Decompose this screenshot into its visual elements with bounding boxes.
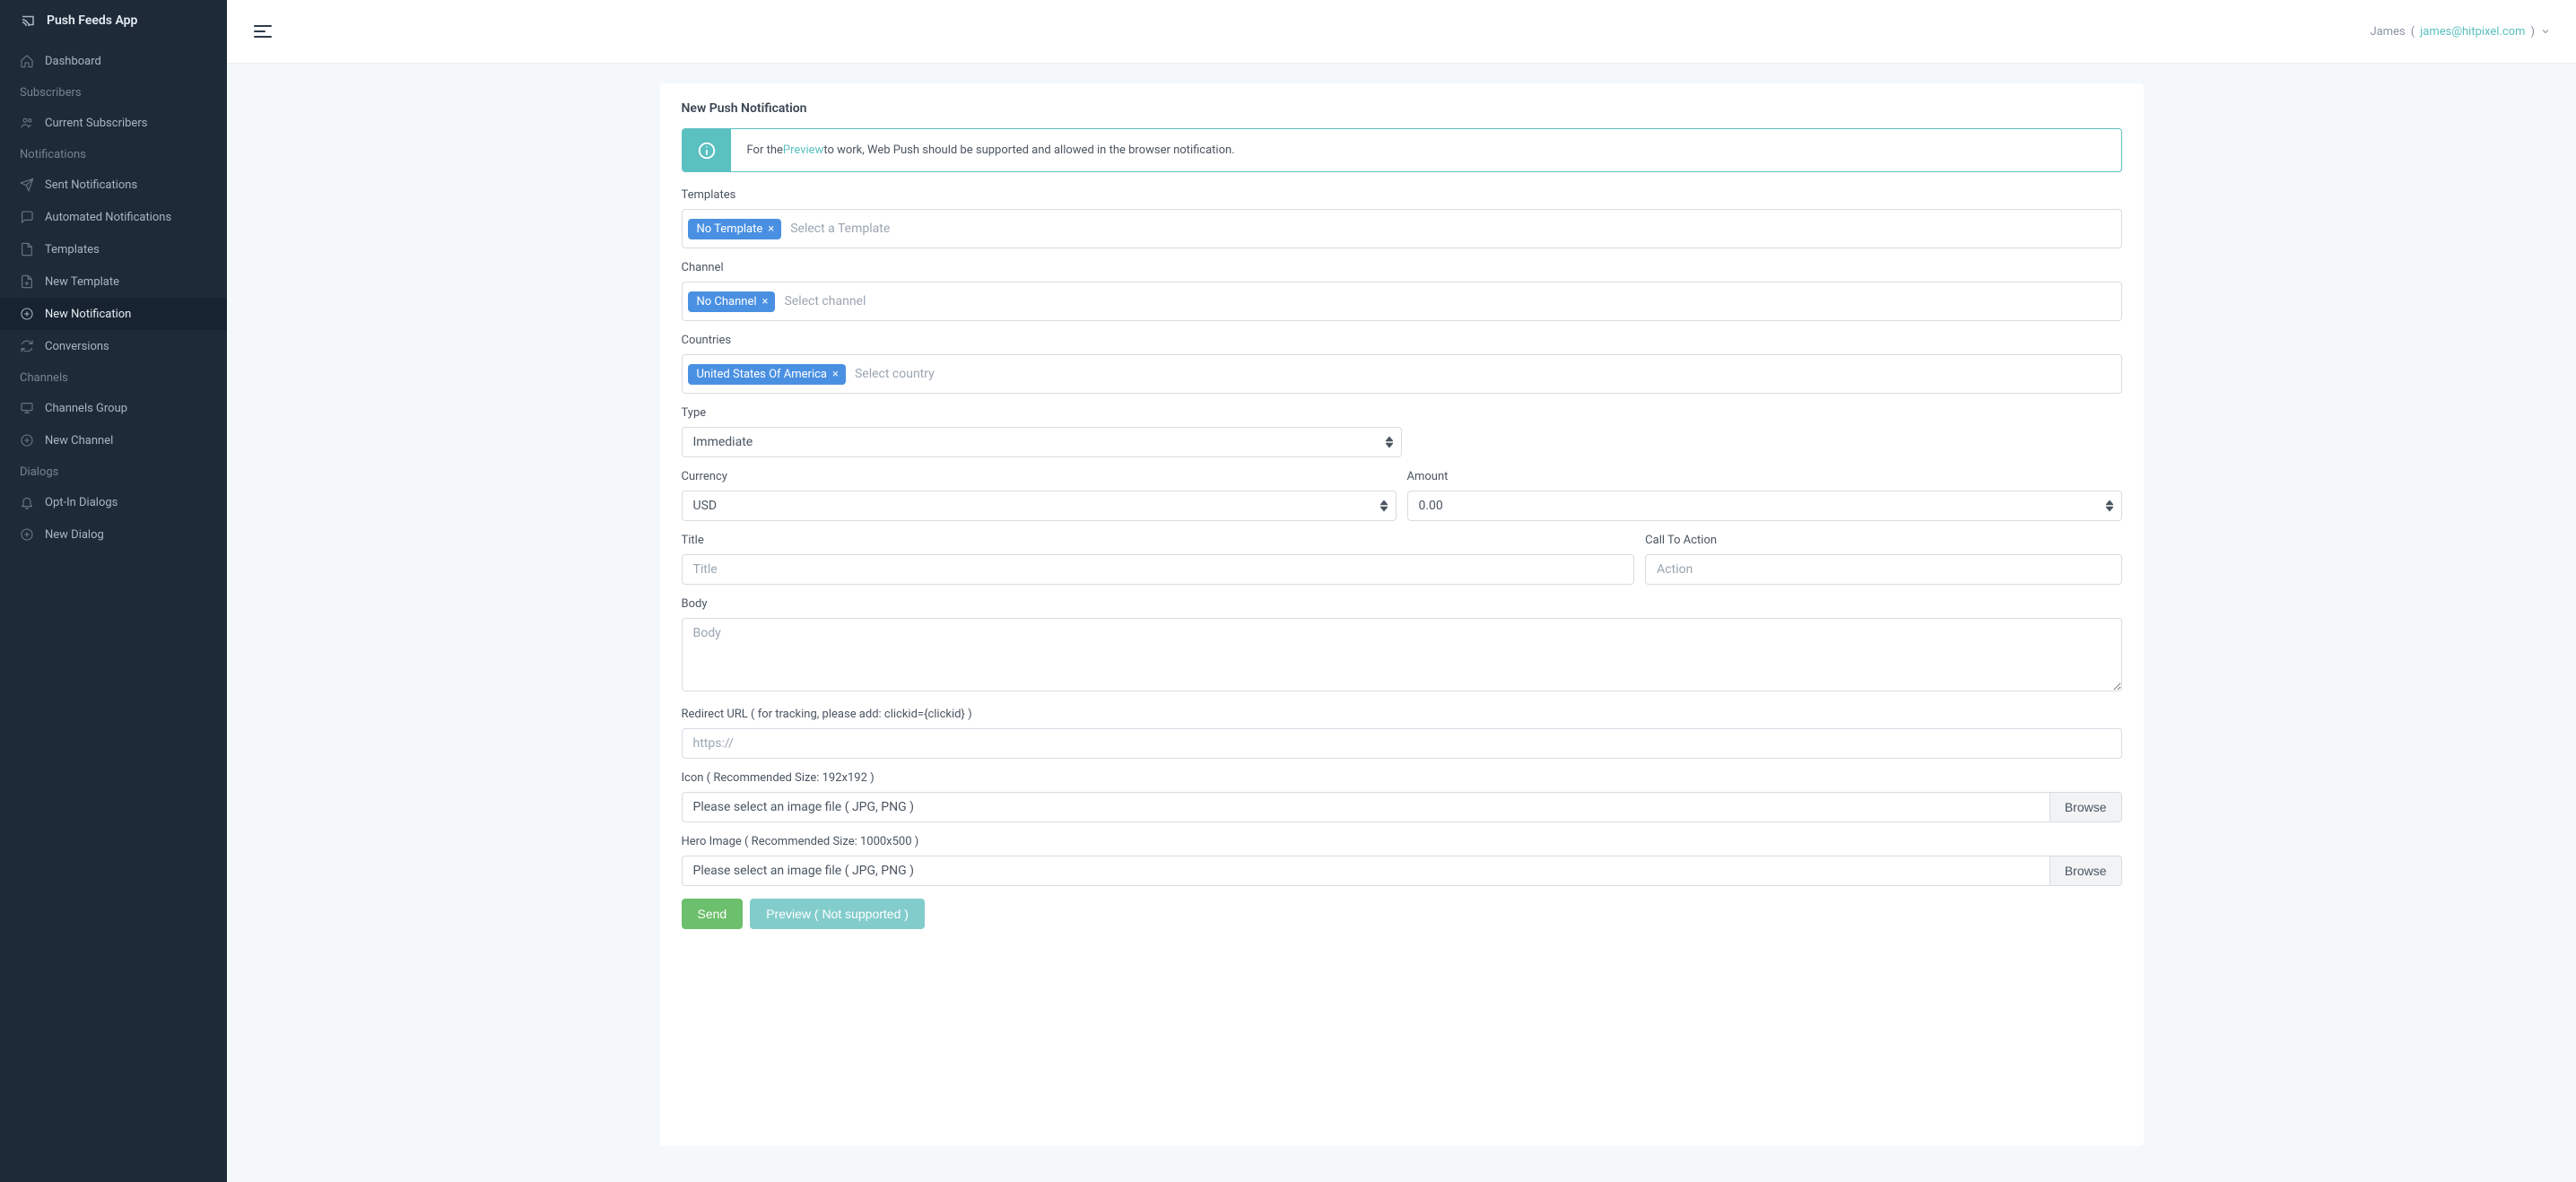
content: New Push Notification For the Preview to…: [227, 64, 2576, 1182]
label-countries: Countries: [682, 334, 2122, 347]
remove-tag-button[interactable]: ×: [768, 222, 774, 236]
nav-label: Conversions: [45, 340, 109, 353]
tag-country-usa: United States Of America ×: [688, 364, 846, 385]
preview-button[interactable]: Preview ( Not supported ): [750, 899, 925, 929]
tag-no-template: No Template ×: [688, 219, 782, 239]
nav-label: New Template: [45, 275, 119, 289]
icon-file-text: Please select an image file ( JPG, PNG ): [682, 792, 2049, 822]
user-name: James: [2370, 25, 2405, 39]
nav-heading-notifications: Notifications: [0, 139, 227, 169]
page-title: New Push Notification: [682, 96, 2122, 128]
label-cta: Call To Action: [1645, 534, 2121, 547]
nav-label: Sent Notifications: [45, 178, 137, 192]
nav-heading-subscribers: Subscribers: [0, 77, 227, 107]
label-title: Title: [682, 534, 1635, 547]
label-currency: Currency: [682, 470, 1397, 483]
nav-heading-channels: Channels: [0, 362, 227, 392]
redirect-input[interactable]: [682, 728, 2122, 759]
remove-tag-button[interactable]: ×: [762, 295, 769, 309]
hero-browse-button[interactable]: Browse: [2049, 856, 2122, 886]
form-card: New Push Notification For the Preview to…: [660, 83, 2144, 1146]
chevron-down-icon: [2540, 26, 2551, 37]
templates-placeholder: Select a Template: [787, 222, 890, 236]
channel-placeholder: Select channel: [780, 294, 866, 309]
nav-channels-group[interactable]: Channels Group: [0, 392, 227, 424]
nav-automated-notifications[interactable]: Automated Notifications: [0, 201, 227, 233]
home-icon: [20, 54, 34, 68]
title-input[interactable]: [682, 554, 1635, 585]
send-icon: [20, 178, 34, 192]
nav-new-channel[interactable]: New Channel: [0, 424, 227, 456]
label-type: Type: [682, 406, 2122, 420]
file-plus-icon: [20, 274, 34, 289]
monitor-icon: [20, 401, 34, 415]
bell-icon: [20, 495, 34, 509]
body-textarea[interactable]: [682, 618, 2122, 691]
plus-circle-icon: [20, 433, 34, 448]
nav-new-template[interactable]: New Template: [0, 265, 227, 298]
currency-select[interactable]: USD: [682, 491, 1397, 521]
menu-toggle-button[interactable]: [252, 21, 274, 42]
label-amount: Amount: [1407, 470, 2122, 483]
file-icon: [20, 242, 34, 256]
hero-file-text: Please select an image file ( JPG, PNG ): [682, 856, 2049, 886]
nav-current-subscribers[interactable]: Current Subscribers: [0, 107, 227, 139]
label-hero: Hero Image ( Recommended Size: 1000x500 …: [682, 835, 2122, 848]
alert-text: For the Preview to work, Web Push should…: [731, 129, 2121, 171]
countries-placeholder: Select country: [851, 367, 935, 381]
chat-icon: [20, 210, 34, 224]
nav-new-notification[interactable]: New Notification: [0, 298, 227, 330]
alert-preview-link[interactable]: Preview: [783, 143, 823, 157]
nav-label: Dashboard: [45, 55, 101, 68]
info-alert: For the Preview to work, Web Push should…: [682, 128, 2122, 172]
send-button[interactable]: Send: [682, 899, 744, 929]
nav-label: Opt-In Dialogs: [45, 496, 117, 509]
countries-select[interactable]: United States Of America × Select countr…: [682, 354, 2122, 394]
nav-label: New Notification: [45, 308, 131, 321]
amount-select[interactable]: 0.00: [1407, 491, 2122, 521]
cta-input[interactable]: [1645, 554, 2121, 585]
label-body: Body: [682, 597, 2122, 611]
nav-label: Current Subscribers: [45, 117, 147, 130]
nav-dashboard[interactable]: Dashboard: [0, 45, 227, 77]
tag-no-channel: No Channel ×: [688, 291, 776, 312]
info-icon: [683, 129, 731, 171]
nav-label: New Channel: [45, 434, 113, 448]
label-templates: Templates: [682, 188, 2122, 202]
users-icon: [20, 116, 34, 130]
nav-label: New Dialog: [45, 528, 104, 542]
user-email-link[interactable]: james@hitpixel.com: [2420, 25, 2525, 39]
label-channel: Channel: [682, 261, 2122, 274]
cast-icon: [20, 13, 36, 29]
icon-browse-button[interactable]: Browse: [2049, 792, 2122, 822]
type-select[interactable]: Immediate: [682, 427, 1402, 457]
user-menu[interactable]: James ( james@hitpixel.com ): [2370, 25, 2551, 39]
nav-new-dialog[interactable]: New Dialog: [0, 518, 227, 551]
sidebar: Push Feeds App Dashboard Subscribers Cur…: [0, 0, 227, 1182]
plus-circle-icon: [20, 307, 34, 321]
nav-opt-in-dialogs[interactable]: Opt-In Dialogs: [0, 486, 227, 518]
topbar: James ( james@hitpixel.com ): [227, 0, 2576, 64]
main: James ( james@hitpixel.com ) New Push No…: [227, 0, 2576, 1182]
channel-select[interactable]: No Channel × Select channel: [682, 282, 2122, 321]
remove-tag-button[interactable]: ×: [832, 368, 839, 381]
nav-label: Channels Group: [45, 402, 127, 415]
nav-conversions[interactable]: Conversions: [0, 330, 227, 362]
nav-sent-notifications[interactable]: Sent Notifications: [0, 169, 227, 201]
nav-heading-dialogs: Dialogs: [0, 456, 227, 486]
brand[interactable]: Push Feeds App: [0, 13, 227, 45]
nav-label: Automated Notifications: [45, 211, 171, 224]
nav-label: Templates: [45, 243, 100, 256]
nav-templates[interactable]: Templates: [0, 233, 227, 265]
brand-title: Push Feeds App: [47, 13, 137, 28]
templates-select[interactable]: No Template × Select a Template: [682, 209, 2122, 248]
plus-circle-icon: [20, 527, 34, 542]
label-redirect: Redirect URL ( for tracking, please add:…: [682, 708, 2122, 721]
refresh-icon: [20, 339, 34, 353]
label-icon: Icon ( Recommended Size: 192x192 ): [682, 771, 2122, 785]
